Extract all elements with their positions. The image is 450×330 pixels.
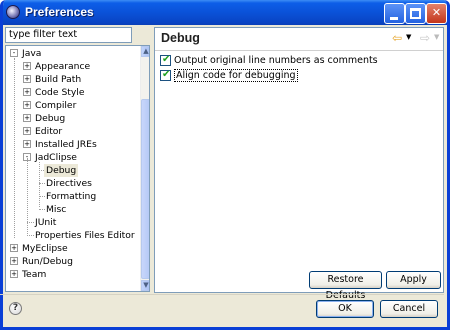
expand-icon[interactable]: + (23, 101, 31, 109)
tree-item-editor[interactable]: + Editor (23, 125, 62, 138)
window-title: Preferences (25, 5, 94, 19)
tree-item-label: Run/Debug (22, 256, 73, 267)
tree-item-label: Compiler (35, 100, 77, 111)
tree-item-label: Properties Files Editor (35, 230, 135, 241)
expand-icon[interactable]: + (23, 62, 31, 70)
tree-item-jadclipse[interactable]: - JadClipse (23, 151, 77, 164)
close-button[interactable]: ✕ (426, 3, 447, 24)
ok-button[interactable]: OK (316, 300, 374, 318)
tree-item-myeclipse[interactable]: + MyEclipse (10, 242, 68, 255)
expand-icon[interactable]: + (23, 140, 31, 148)
tree-item-label: Java (22, 48, 42, 59)
tree-item-directives[interactable]: Directives (46, 177, 92, 190)
scroll-up-icon[interactable]: ▲ (141, 46, 149, 57)
tree-item-label: Team (22, 269, 47, 280)
tree-connector (39, 170, 44, 171)
help-icon[interactable]: ? (9, 302, 22, 315)
expand-icon[interactable]: + (10, 270, 18, 278)
filter-input[interactable]: type filter text (5, 27, 132, 43)
tree-connector (27, 222, 34, 223)
tree-item-jadclipse-debug[interactable]: Debug (44, 164, 79, 177)
tree-item-misc[interactable]: Misc (46, 203, 66, 216)
tree-scrollbar[interactable]: ▲ ▼ (140, 46, 149, 291)
preference-page: Debug ⇦ ▼ ⇨ ▼ ✔ Output original line numb… (154, 27, 444, 301)
tree-item-label: Directives (46, 178, 92, 189)
tree-item-label: Code Style (35, 87, 85, 98)
tree-connector (27, 158, 28, 236)
option-output-line-numbers[interactable]: ✔ Output original line numbers as comment… (160, 54, 378, 68)
checkmark-icon: ✔ (162, 69, 171, 80)
tree-item-code-style[interactable]: + Code Style (23, 86, 85, 99)
tree-item-label: JUnit (35, 217, 57, 228)
option-label: Align code for debugging (174, 69, 298, 82)
tree-item-debug[interactable]: + Debug (23, 112, 65, 125)
tree-item-build-path[interactable]: + Build Path (23, 73, 81, 86)
tree-connector (39, 209, 45, 210)
eclipse-icon (6, 5, 20, 19)
tree-item-label: Debug (35, 113, 66, 124)
tree-connector (39, 196, 45, 197)
tree-item-label: Formatting (46, 191, 97, 202)
tree-connector (39, 183, 45, 184)
minimize-button[interactable] (384, 3, 405, 24)
maximize-button[interactable] (405, 3, 426, 24)
output-line-numbers-checkbox[interactable]: ✔ (160, 54, 171, 66)
tree-item-label: Build Path (35, 74, 82, 85)
tree-item-properties-files-editor[interactable]: Properties Files Editor (35, 229, 135, 242)
forward-arrow-icon[interactable]: ⇨ (420, 31, 430, 45)
minimize-icon (390, 17, 398, 20)
tree-item-run-debug[interactable]: + Run/Debug (10, 255, 73, 268)
expand-icon[interactable]: + (10, 257, 18, 265)
tree-connector (14, 58, 15, 238)
tree-item-label: MyEclipse (22, 243, 68, 254)
tree-item-formatting[interactable]: Formatting (46, 190, 96, 203)
button-bar-separator (0, 294, 444, 295)
tree-item-compiler[interactable]: + Compiler (23, 99, 76, 112)
back-dropdown-icon[interactable]: ▼ (406, 33, 411, 41)
tree-connector (27, 235, 34, 236)
maximize-icon (410, 8, 421, 19)
tree-item-junit[interactable]: JUnit (35, 216, 56, 229)
title-separator (155, 50, 443, 51)
expand-icon[interactable]: + (23, 75, 31, 83)
expand-icon[interactable]: + (23, 114, 31, 122)
title-bar: Preferences ✕ (3, 0, 447, 25)
tree-connector (39, 162, 40, 207)
checkmark-icon: ✔ (162, 54, 171, 65)
expand-icon[interactable]: + (10, 244, 18, 252)
tree-item-label: JadClipse (35, 152, 77, 163)
tree-item-label: Appearance (35, 61, 91, 72)
back-arrow-icon[interactable]: ⇦ (392, 31, 402, 45)
preferences-tree: - Java + Appearance + Build Path + Code … (5, 45, 150, 292)
cancel-button[interactable]: Cancel (380, 300, 438, 318)
tree-item-appearance[interactable]: + Appearance (23, 60, 90, 73)
option-label: Output original line numbers as comments (174, 55, 378, 66)
restore-defaults-button[interactable]: Restore Defaults (309, 271, 382, 301)
scrollbar-thumb[interactable] (141, 99, 149, 279)
scroll-down-icon[interactable]: ▼ (141, 280, 149, 291)
page-title: Debug (161, 31, 200, 45)
tree-item-team[interactable]: + Team (10, 268, 46, 281)
tree-item-label: Debug (46, 165, 77, 176)
forward-dropdown-icon[interactable]: ▼ (434, 33, 439, 41)
align-code-checkbox[interactable]: ✔ (160, 69, 171, 81)
close-icon: ✕ (431, 6, 442, 19)
apply-button[interactable]: Apply (386, 271, 441, 289)
expand-icon[interactable]: + (23, 127, 31, 135)
tree-item-label: Installed JREs (35, 139, 97, 150)
expand-icon[interactable]: + (23, 88, 31, 96)
tree-item-label: Editor (35, 126, 63, 137)
tree-item-installed-jres[interactable]: + Installed JREs (23, 138, 97, 151)
tree-item-label: Misc (46, 204, 67, 215)
collapse-icon[interactable]: - (10, 49, 18, 57)
option-align-code[interactable]: ✔ Align code for debugging (160, 69, 298, 83)
